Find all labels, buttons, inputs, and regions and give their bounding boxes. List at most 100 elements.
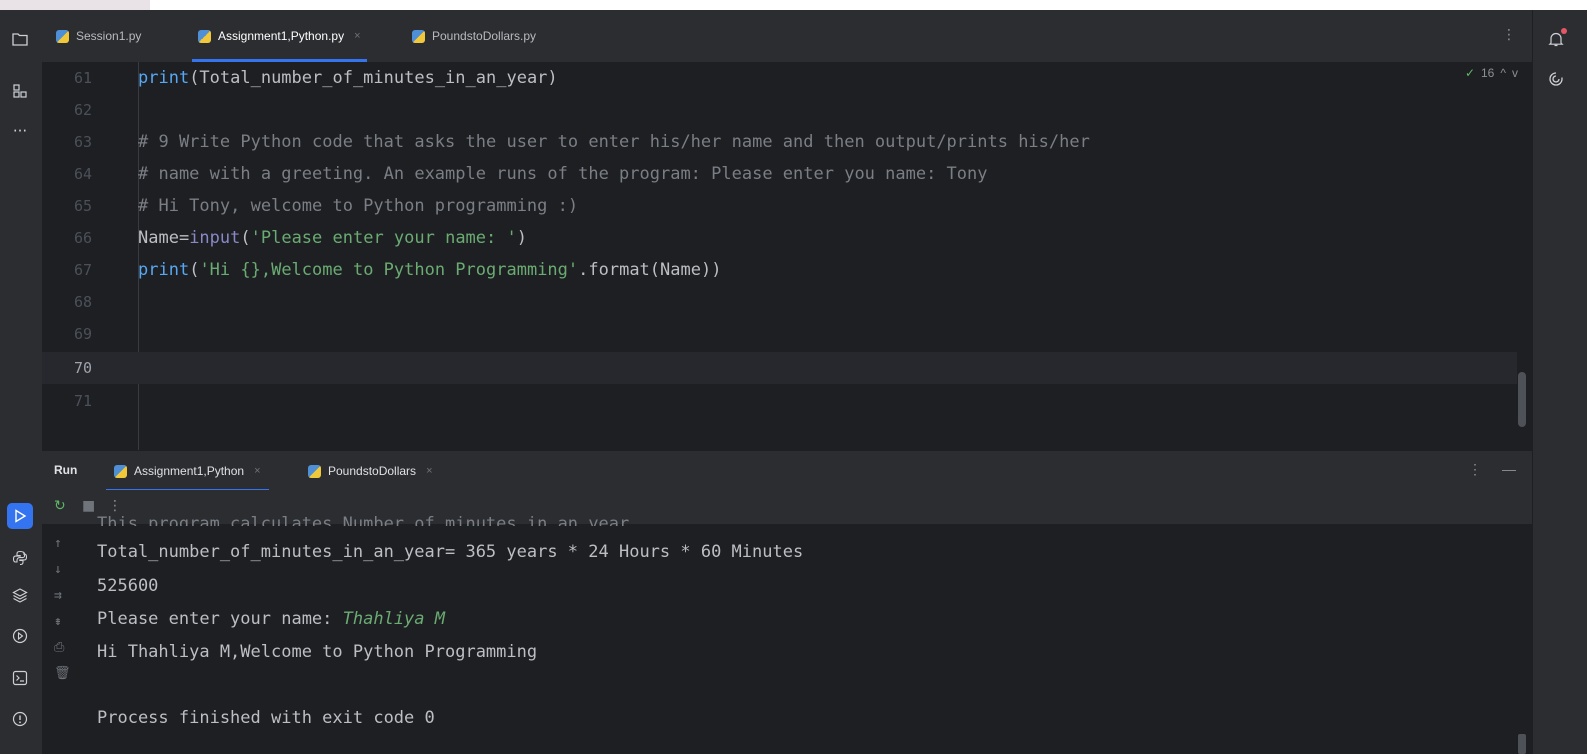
code-comment: # 9 Write Python code that asks the user…: [138, 132, 1090, 152]
run-icon[interactable]: [7, 503, 33, 529]
soft-wrap-icon[interactable]: ⇉: [54, 588, 62, 603]
code-token: Name=: [138, 228, 190, 248]
notifications-icon[interactable]: [1545, 28, 1567, 50]
rerun-icon[interactable]: ↻: [54, 498, 66, 514]
run-tab-label: Assignment1,Python: [134, 464, 245, 478]
line-number: 62: [73, 101, 92, 119]
services-icon[interactable]: [7, 623, 33, 649]
python-file-icon: [412, 29, 425, 43]
code-line: 62: [42, 94, 1517, 126]
line-number: 66: [73, 229, 92, 247]
code-line: 68: [42, 286, 1517, 318]
code-line: 63 # 9 Write Python code that asks the u…: [42, 126, 1517, 158]
structure-icon[interactable]: [7, 78, 33, 104]
tab-poundstodollars[interactable]: PoundstoDollars.py: [412, 10, 536, 62]
python-packages-icon[interactable]: [7, 545, 33, 571]
trash-icon[interactable]: 🗑: [54, 666, 71, 681]
close-icon[interactable]: ×: [354, 30, 360, 42]
scroll-up-icon[interactable]: ↑: [54, 536, 62, 551]
console-line-partial: This_program_calculates_Number_of_minute…: [97, 514, 630, 526]
console-user-input: Thahliya M: [342, 609, 445, 629]
code-token: print: [138, 260, 190, 280]
close-icon[interactable]: ×: [254, 465, 260, 477]
tab-label: PoundstoDollars.py: [432, 29, 537, 43]
line-number: 71: [73, 392, 92, 410]
console-output[interactable]: ↑ ↓ ⇉ ⇟ ⎙ 🗑 This_program_calculates_Numb…: [42, 514, 1532, 754]
python-file-icon: [56, 29, 69, 43]
tab-more-icon[interactable]: ⋮: [1502, 27, 1516, 43]
code-string: 'Hi {},Welcome to Python Programming': [199, 260, 579, 280]
code-token: (: [240, 228, 251, 248]
code-string: 'Please enter your name: ': [250, 228, 517, 248]
tab-session1[interactable]: Session1.py: [56, 10, 141, 62]
code-comment: # name with a greeting. An example runs …: [138, 164, 988, 184]
scroll-to-end-icon[interactable]: ⇟: [54, 614, 62, 629]
code-token: input: [189, 228, 241, 248]
run-toolbar-more-icon[interactable]: ⋮: [108, 498, 122, 514]
console-line: Please enter your name: Thahliya M: [97, 609, 445, 629]
console-prompt: Please enter your name:: [97, 609, 343, 629]
line-number: 69: [73, 325, 92, 343]
line-number: 63: [73, 133, 92, 151]
code-token: (Total_number_of_minutes_in_an_year): [189, 68, 558, 88]
window-top-strip: [0, 0, 1587, 10]
console-line: 525600: [97, 576, 159, 596]
more-icon[interactable]: ···: [7, 118, 33, 144]
line-number: 67: [73, 261, 92, 279]
minimize-icon[interactable]: —: [1502, 461, 1516, 477]
editor-tab-bar: Session1.py Assignment1,Python.py × Poun…: [42, 10, 1532, 62]
code-editor[interactable]: 61 print(Total_number_of_minutes_in_an_y…: [42, 62, 1532, 450]
line-number: 70: [73, 359, 92, 377]
close-icon[interactable]: ×: [426, 465, 432, 477]
code-token: print: [138, 68, 190, 88]
code-line: 61 print(Total_number_of_minutes_in_an_y…: [42, 62, 1517, 94]
code-token: (: [189, 260, 200, 280]
left-tool-strip: ···: [0, 10, 42, 754]
code-line: 66 Name=input('Please enter your name: '…: [42, 222, 1517, 254]
project-icon[interactable]: [7, 26, 33, 52]
window-top-accent: [0, 0, 150, 10]
run-options-icon[interactable]: ⋮: [1468, 461, 1482, 478]
tab-assignment1-python[interactable]: Assignment1,Python.py ×: [192, 10, 367, 62]
chevron-down-icon[interactable]: v: [1512, 66, 1518, 80]
code-line: 67 print('Hi {},Welcome to Python Progra…: [42, 254, 1517, 286]
scroll-down-icon[interactable]: ↓: [54, 562, 62, 577]
current-code-line: 70: [42, 352, 1517, 384]
check-icon: ✓: [1464, 66, 1475, 80]
code-comment: # Hi Tony, welcome to Python programming…: [138, 196, 579, 216]
code-token: .format(Name)): [578, 260, 722, 280]
print-icon[interactable]: ⎙: [54, 640, 64, 655]
ai-assistant-icon[interactable]: [1545, 68, 1567, 90]
stop-icon[interactable]: ■: [82, 498, 95, 514]
console-line: Process finished with exit code 0: [97, 708, 435, 728]
run-panel-header: Run Assignment1,Python × PoundstoDollars…: [42, 450, 1532, 491]
run-panel-title: Run: [54, 463, 78, 477]
tab-label: Session1.py: [76, 29, 142, 43]
right-tool-strip: [1532, 10, 1587, 754]
tab-label: Assignment1,Python.py: [218, 29, 345, 43]
run-tab-label: PoundstoDollars: [328, 464, 417, 478]
notification-dot: [1561, 28, 1567, 34]
code-token: ): [516, 228, 527, 248]
line-number: 68: [73, 293, 92, 311]
code-line: 64 # name with a greeting. An example ru…: [42, 158, 1517, 190]
code-line: 71: [42, 385, 1517, 417]
run-tab-poundstodollars[interactable]: PoundstoDollars ×: [308, 451, 433, 491]
editor-scrollbar[interactable]: [1518, 372, 1526, 427]
layers-icon[interactable]: [7, 582, 33, 608]
inspection-widget[interactable]: ✓ 16 ^ v: [1465, 66, 1518, 80]
line-number: 61: [73, 69, 92, 87]
run-tab-assignment1-python[interactable]: Assignment1,Python ×: [106, 451, 269, 491]
inspection-count: 16: [1481, 66, 1495, 80]
chevron-up-icon[interactable]: ^: [1500, 66, 1506, 80]
problems-icon[interactable]: [7, 706, 33, 732]
line-number: 64: [73, 165, 92, 183]
python-file-icon: [198, 29, 211, 43]
console-side-toolbar: ↑ ↓ ⇉ ⇟ ⎙ 🗑: [42, 524, 82, 754]
console-line: Hi Thahliya M,Welcome to Python Programm…: [97, 642, 538, 662]
python-file-icon: [308, 464, 321, 478]
console-line: Total_number_of_minutes_in_an_year= 365 …: [97, 542, 804, 562]
code-line: 65 # Hi Tony, welcome to Python programm…: [42, 190, 1517, 222]
console-scrollbar[interactable]: [1518, 734, 1526, 754]
terminal-icon[interactable]: [7, 665, 33, 691]
